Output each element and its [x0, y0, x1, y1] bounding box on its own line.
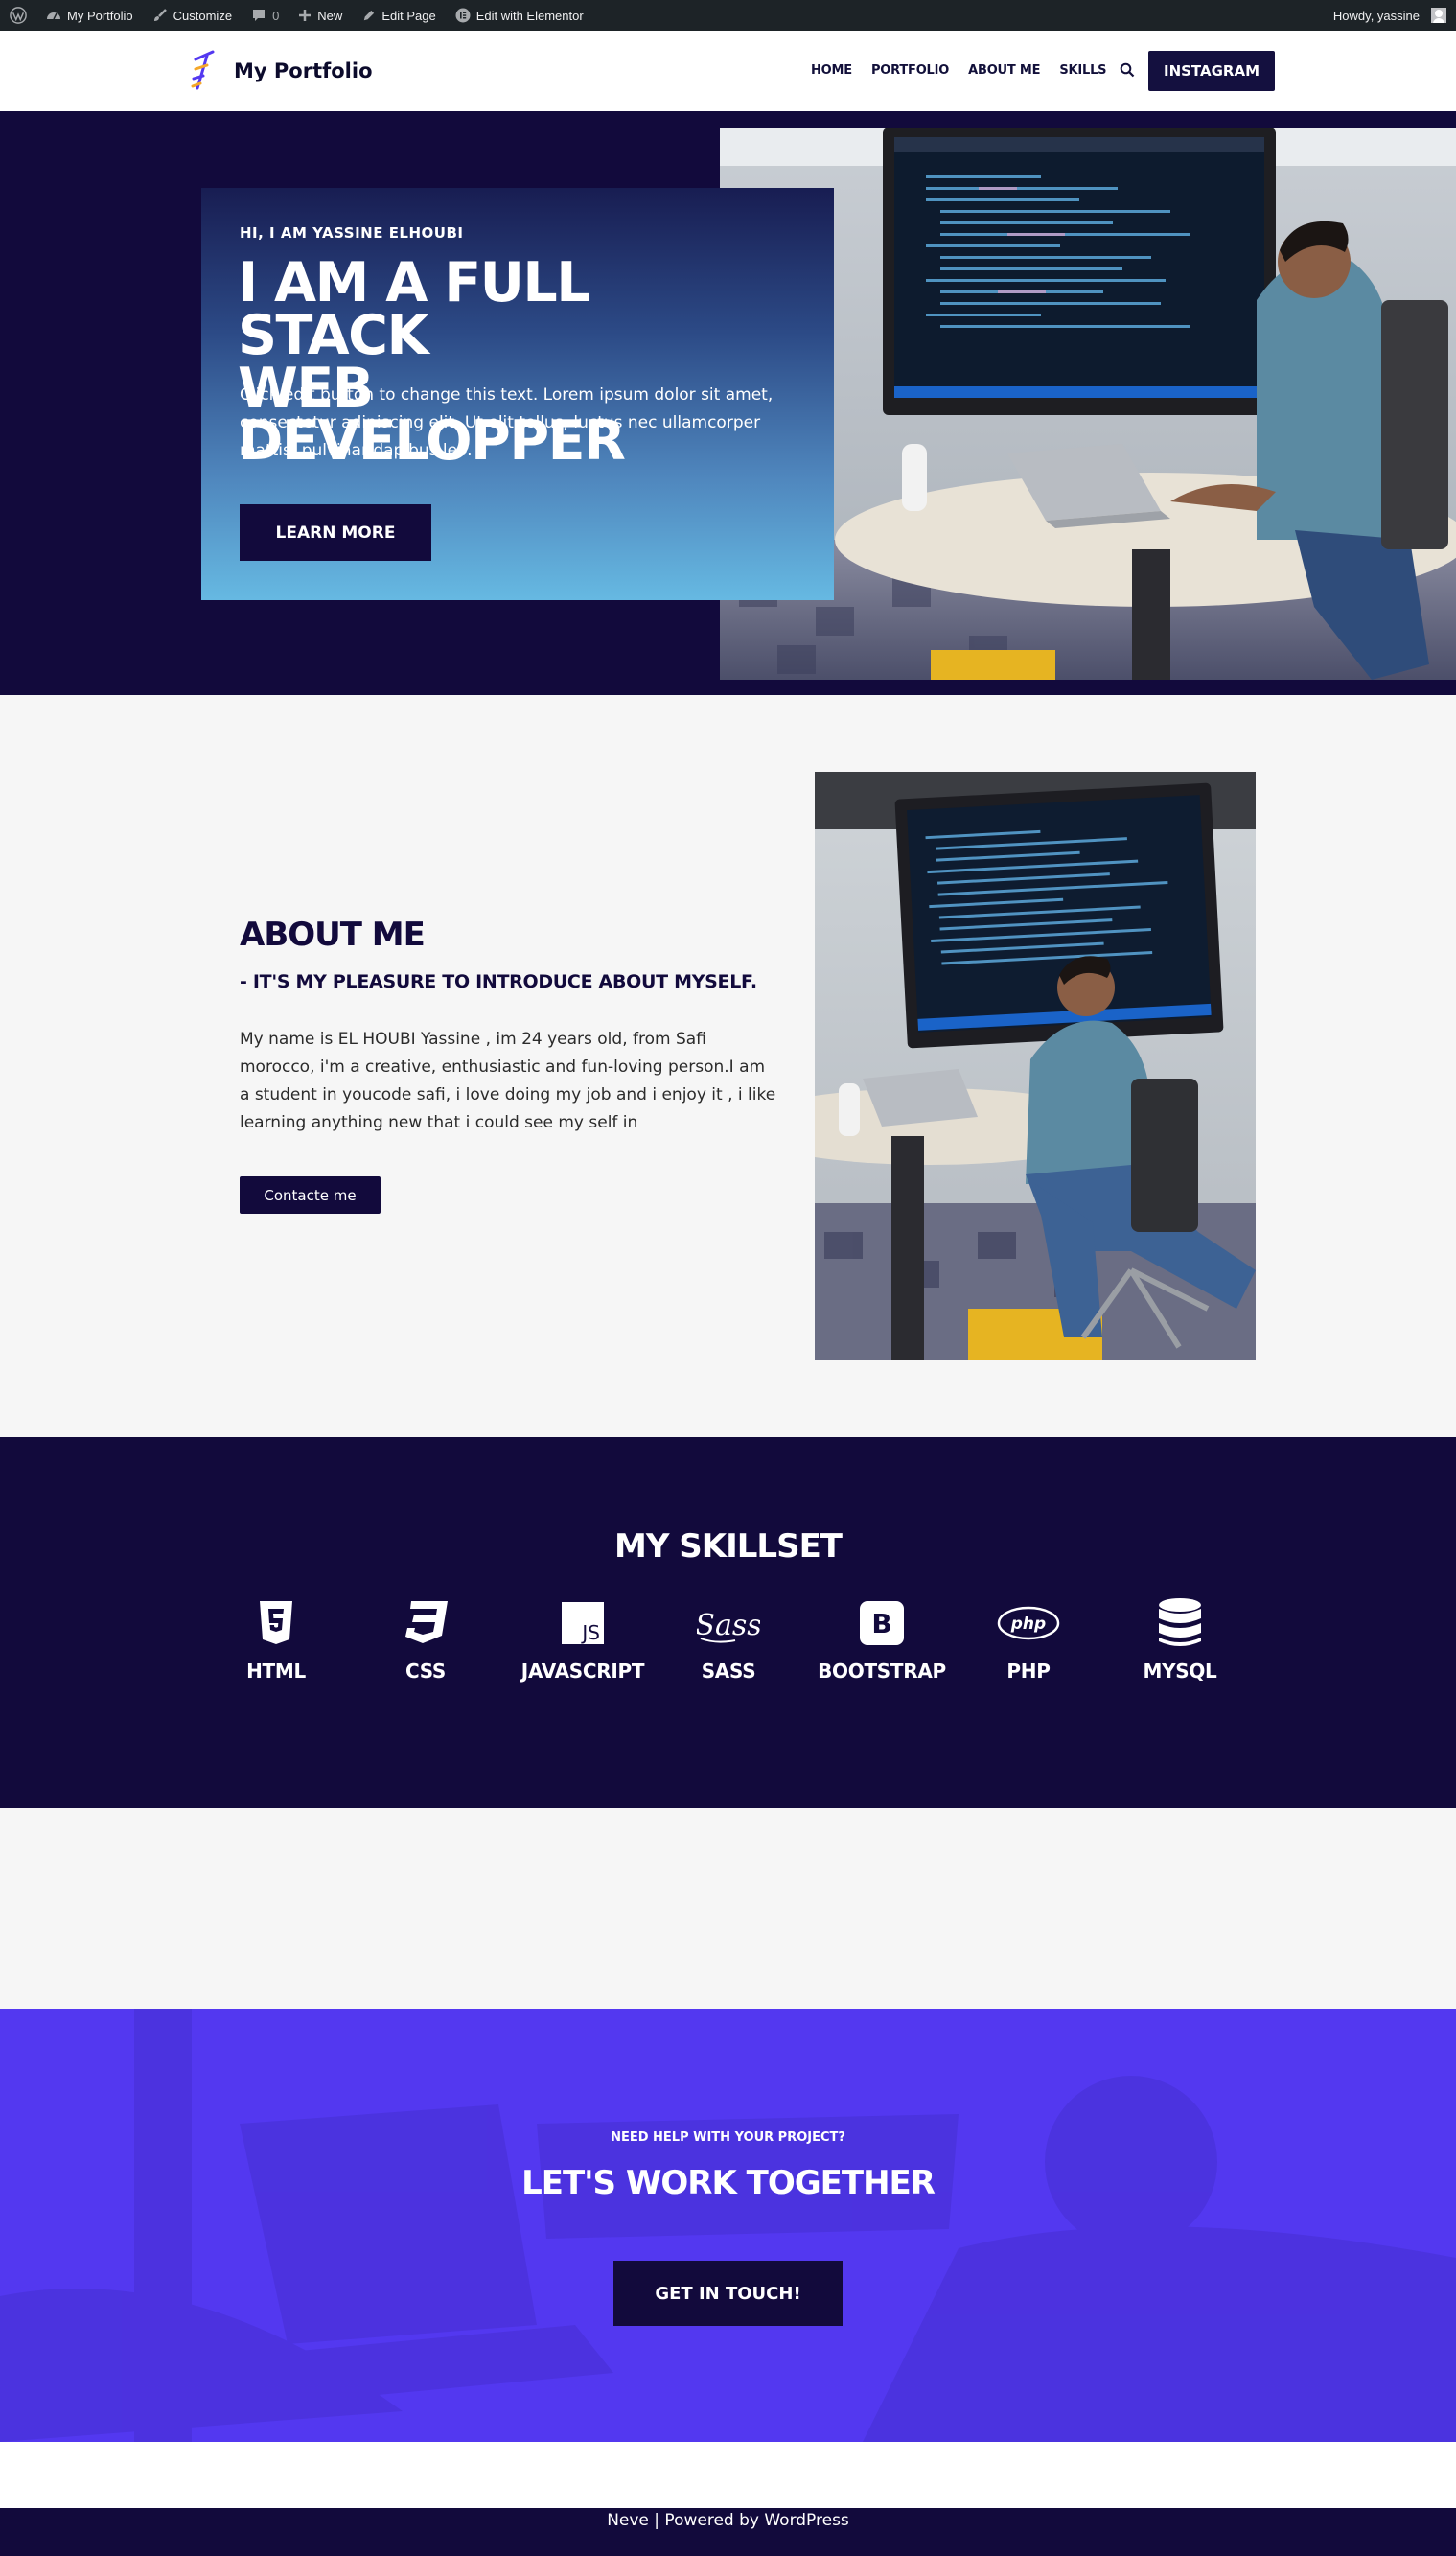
dashboard-icon: [46, 8, 61, 23]
skill-css: CSS: [349, 1600, 502, 1683]
skill-label: CSS: [404, 1660, 447, 1683]
skill-html: HTML: [199, 1600, 353, 1683]
skill-php: php PHP: [952, 1600, 1105, 1683]
main-nav: HOME PORTFOLIO ABOUT ME SKILLS: [811, 62, 1135, 78]
skill-label: PHP: [1006, 1660, 1051, 1683]
admin-edit-page-label: Edit Page: [381, 8, 436, 23]
admin-comments-link[interactable]: 0: [242, 0, 289, 31]
skills-title: MY SKILLSET: [613, 1527, 843, 1566]
search-icon[interactable]: [1120, 62, 1135, 78]
about-title: ABOUT ME: [240, 916, 426, 954]
css3-icon: [349, 1600, 502, 1646]
brush-icon: [152, 8, 168, 23]
skills-section: MY SKILLSET HTML CSS JS JAVASCRIPT Sass …: [0, 1437, 1456, 1808]
instagram-button[interactable]: INSTAGRAM: [1148, 51, 1275, 91]
skill-label: SASS: [701, 1660, 756, 1683]
wordpress-icon: [10, 7, 27, 24]
hero-title-line1: I AM A FULL STACK: [238, 251, 591, 367]
database-icon: [1103, 1598, 1257, 1646]
admin-customize-link[interactable]: Customize: [143, 0, 242, 31]
admin-elementor-link[interactable]: Edit with Elementor: [446, 0, 593, 31]
cta-section: NEED HELP WITH YOUR PROJECT? LET'S WORK …: [0, 2009, 1456, 2442]
admin-edit-page-link[interactable]: Edit Page: [352, 0, 445, 31]
svg-text:JS: JS: [580, 1621, 600, 1644]
admin-account-menu[interactable]: Howdy, yassine: [1324, 0, 1456, 31]
about-text: My name is EL HOUBI Yassine , im 24 year…: [240, 1030, 776, 1132]
bootstrap-icon: B: [805, 1600, 959, 1646]
admin-elementor-label: Edit with Elementor: [475, 8, 584, 23]
skill-bootstrap: B BOOTSTRAP: [805, 1600, 959, 1683]
skill-sass: Sass SASS: [652, 1600, 805, 1683]
about-subtitle: - IT'S MY PLEASURE TO INTRODUCE ABOUT MY…: [240, 971, 757, 992]
hero-section: HI, I AM YASSINE ELHOUBI I AM A FULL STA…: [0, 111, 1456, 695]
nav-skills[interactable]: SKILLS: [1059, 63, 1106, 78]
cta-background-image: [0, 2009, 1456, 2442]
skill-label: BOOTSTRAP: [818, 1660, 946, 1683]
svg-text:Sass: Sass: [697, 1609, 760, 1642]
site-header: My Portfolio HOME PORTFOLIO ABOUT ME SKI…: [0, 31, 1456, 111]
php-icon: php: [952, 1600, 1105, 1646]
admin-bar: My Portfolio Customize 0 New Edit Page E…: [0, 0, 1456, 31]
skill-javascript: JS JAVASCRIPT: [506, 1600, 659, 1683]
cta-title: LET'S WORK TOGETHER: [521, 2164, 936, 2202]
white-band: [0, 2442, 1456, 2508]
admin-new-link[interactable]: New: [289, 0, 352, 31]
hero-eyebrow: HI, I AM YASSINE ELHOUBI: [240, 224, 464, 242]
empty-section: [0, 1808, 1456, 2009]
comment-icon: [251, 8, 266, 23]
admin-site-label: My Portfolio: [67, 8, 133, 23]
get-in-touch-button[interactable]: GET IN TOUCH!: [613, 2261, 843, 2326]
footer-credit: Neve | Powered by WordPress: [607, 2511, 849, 2530]
svg-text:php: php: [1010, 1615, 1046, 1634]
skill-mysql: MYSQL: [1103, 1598, 1257, 1683]
wordpress-logo-button[interactable]: [0, 0, 36, 31]
site-footer: Neve | Powered by WordPress: [0, 2508, 1456, 2556]
svg-text:B: B: [871, 1608, 891, 1639]
hero-card: HI, I AM YASSINE ELHOUBI I AM A FULL STA…: [201, 188, 834, 600]
nav-home[interactable]: HOME: [811, 63, 852, 78]
avatar: [1431, 8, 1446, 23]
site-title: My Portfolio: [234, 59, 373, 82]
skill-label: HTML: [246, 1660, 306, 1683]
cta-eyebrow: NEED HELP WITH YOUR PROJECT?: [611, 2130, 845, 2145]
admin-howdy-label: Howdy, yassine: [1332, 8, 1420, 23]
skill-label: JAVASCRIPT: [520, 1660, 645, 1683]
admin-new-label: New: [317, 8, 343, 23]
logo-icon: [191, 50, 215, 90]
learn-more-button[interactable]: LEARN MORE: [240, 504, 431, 561]
contact-button[interactable]: Contacte me: [240, 1176, 381, 1214]
about-photo: [815, 772, 1256, 1360]
admin-customize-label: Customize: [173, 8, 233, 23]
skill-label: MYSQL: [1143, 1660, 1217, 1683]
admin-comments-count: 0: [272, 8, 280, 23]
nav-about-me[interactable]: ABOUT ME: [968, 63, 1040, 78]
sass-icon: Sass: [652, 1600, 805, 1646]
about-section: ABOUT ME - IT'S MY PLEASURE TO INTRODUCE…: [0, 695, 1456, 1437]
site-logo-link[interactable]: My Portfolio: [188, 48, 373, 94]
hero-text: Click edit button to change this text. L…: [240, 385, 774, 460]
nav-portfolio[interactable]: PORTFOLIO: [871, 63, 949, 78]
elementor-icon: [455, 8, 471, 23]
js-icon: JS: [506, 1600, 659, 1646]
admin-site-link[interactable]: My Portfolio: [36, 0, 143, 31]
html5-icon: [199, 1600, 353, 1646]
pencil-icon: [361, 9, 376, 23]
plus-icon: [298, 9, 312, 22]
